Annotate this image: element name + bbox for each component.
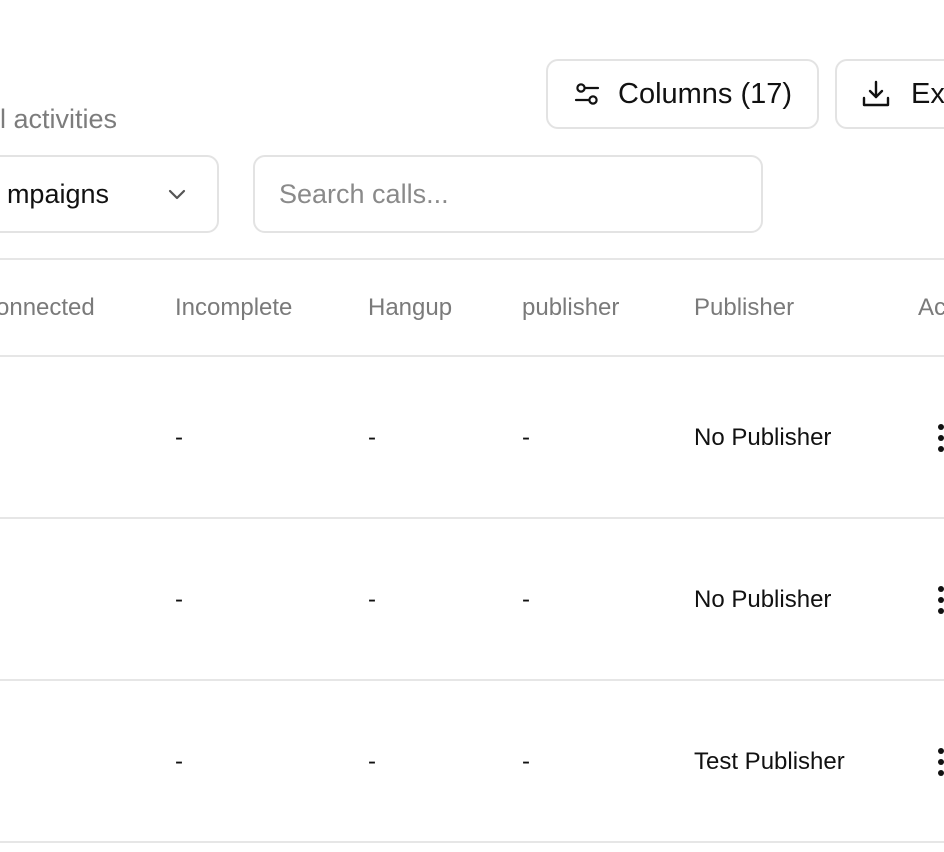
more-vertical-icon[interactable] <box>935 586 944 614</box>
cell-publisher: Test Publisher <box>694 748 845 775</box>
cell-publisher: No Publisher <box>694 586 832 613</box>
cell-publisher-id: - <box>522 586 530 613</box>
row-divider <box>0 517 944 519</box>
download-icon <box>862 80 890 107</box>
export-button-label: Ex <box>911 77 944 110</box>
column-header-hangup[interactable]: Hangup <box>368 294 452 322</box>
page-subtitle: ll activities <box>0 104 118 134</box>
cell-incomplete: - <box>175 748 183 775</box>
more-vertical-icon[interactable] <box>935 748 944 776</box>
search-input[interactable] <box>253 155 763 233</box>
chevron-down-icon <box>168 189 186 200</box>
column-header-connected[interactable]: onnected <box>0 294 95 322</box>
cell-hangup: - <box>368 586 376 613</box>
row-divider <box>0 841 944 843</box>
column-header-publisher-id[interactable]: publisher <box>522 294 619 322</box>
table-header-divider <box>0 355 944 357</box>
export-button[interactable]: Ex <box>835 59 944 129</box>
sliders-icon <box>574 83 600 105</box>
more-vertical-icon[interactable] <box>935 424 944 452</box>
cell-publisher-id: - <box>522 748 530 775</box>
column-header-actions[interactable]: Ac <box>918 294 944 322</box>
cell-publisher: No Publisher <box>694 424 832 451</box>
columns-button[interactable]: Columns (17) <box>546 59 819 129</box>
campaign-select-value: mpaigns <box>6 178 109 209</box>
cell-publisher-id: - <box>522 424 530 451</box>
row-divider <box>0 679 944 681</box>
column-header-incomplete[interactable]: Incomplete <box>175 294 292 322</box>
campaign-select[interactable]: mpaigns <box>0 155 219 233</box>
divider <box>0 258 944 260</box>
columns-button-label: Columns (17) <box>618 77 793 110</box>
cell-incomplete: - <box>175 586 183 613</box>
cell-hangup: - <box>368 748 376 775</box>
column-header-publisher[interactable]: Publisher <box>694 294 794 322</box>
cell-incomplete: - <box>175 424 183 451</box>
cell-hangup: - <box>368 424 376 451</box>
